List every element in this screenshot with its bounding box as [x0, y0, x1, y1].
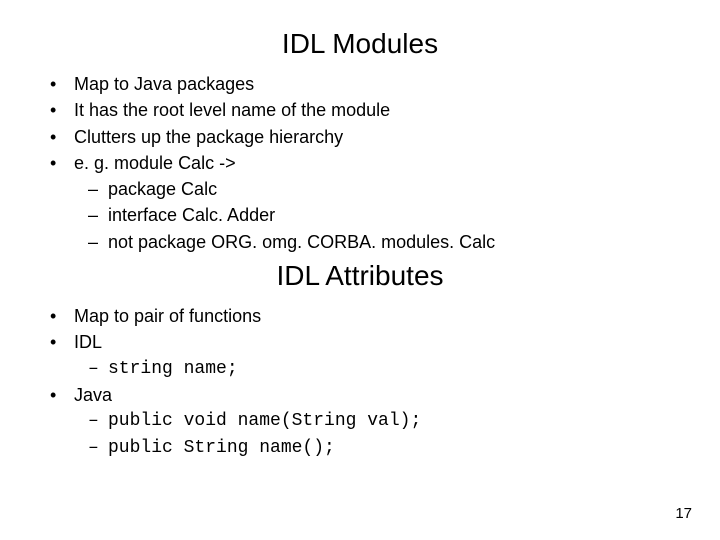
list-item: Map to Java packages [40, 72, 680, 96]
code-line: string name; [74, 357, 680, 381]
list-item-label: e. g. module Calc -> [74, 153, 236, 173]
list-item: It has the root level name of the module [40, 98, 680, 122]
idl-sublist: string name; [74, 357, 680, 381]
heading-idl-attributes: IDL Attributes [40, 260, 680, 292]
slide: IDL Modules Map to Java packages It has … [0, 0, 720, 540]
list-item: Java public void name(String val); publi… [40, 383, 680, 460]
list-item: package Calc [74, 177, 680, 201]
list-item: Map to pair of functions [40, 304, 680, 328]
code-line: public void name(String val); [74, 409, 680, 433]
list-item: not package ORG. omg. CORBA. modules. Ca… [74, 230, 680, 254]
list-item: e. g. module Calc -> package Calc interf… [40, 151, 680, 254]
list-item-label: IDL [74, 332, 102, 352]
list-item: IDL string name; [40, 330, 680, 381]
list-item: Clutters up the package hierarchy [40, 125, 680, 149]
page-number: 17 [675, 505, 692, 522]
heading-idl-modules: IDL Modules [40, 28, 680, 60]
list-item: interface Calc. Adder [74, 203, 680, 227]
modules-sublist: package Calc interface Calc. Adder not p… [74, 177, 680, 254]
java-sublist: public void name(String val); public Str… [74, 409, 680, 460]
modules-list: Map to Java packages It has the root lev… [40, 72, 680, 254]
list-item-label: Java [74, 385, 112, 405]
code-line: public String name(); [74, 436, 680, 460]
attributes-list: Map to pair of functions IDL string name… [40, 304, 680, 460]
